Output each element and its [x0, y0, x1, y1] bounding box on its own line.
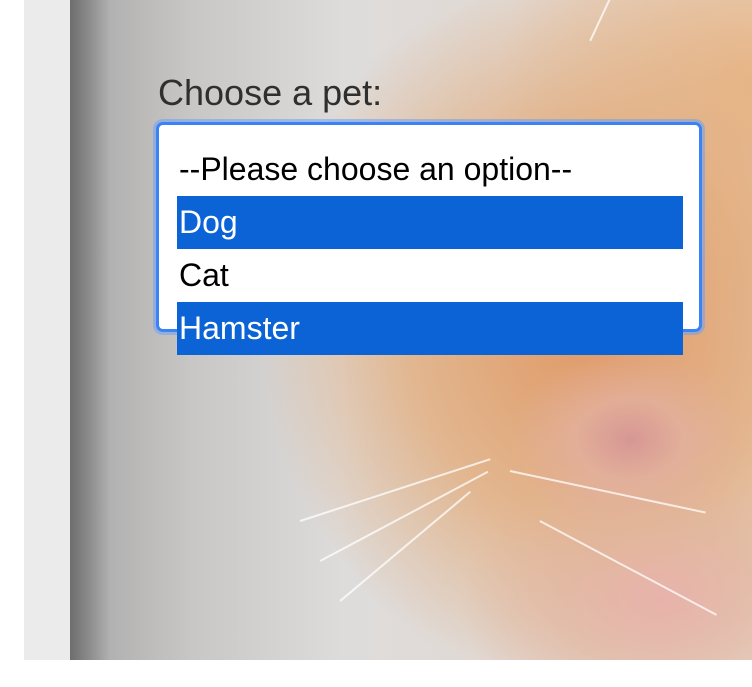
whisker: [339, 490, 471, 602]
pet-form: Choose a pet: --Please choose an option-…: [156, 72, 702, 355]
option-dog[interactable]: Dog: [177, 196, 683, 249]
whisker: [299, 458, 491, 522]
option-placeholder[interactable]: --Please choose an option--: [177, 143, 683, 196]
option-hamster[interactable]: Hamster: [177, 302, 683, 355]
whisker: [589, 0, 659, 42]
whisker: [509, 470, 706, 514]
pet-multi-select[interactable]: --Please choose an option-- Dog Cat Hams…: [156, 122, 702, 355]
photo-shadow-edge: [70, 0, 110, 660]
pet-select-label: Choose a pet:: [158, 72, 383, 113]
whisker: [539, 520, 717, 616]
option-cat[interactable]: Cat: [177, 249, 683, 302]
page-gutter: [24, 0, 70, 660]
